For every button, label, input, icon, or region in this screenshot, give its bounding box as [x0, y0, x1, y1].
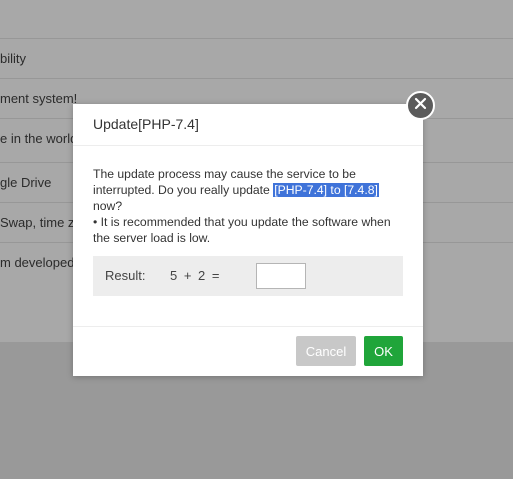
cancel-button[interactable]: Cancel [296, 336, 356, 366]
background-row: bility [0, 38, 513, 79]
result-label: Result: [105, 268, 146, 283]
captcha-box: Result: 5 + 2 = [93, 256, 403, 296]
dialog-title: Update[PHP-7.4] [93, 116, 199, 132]
result-expression: 5 + 2 = [170, 268, 220, 283]
close-button[interactable] [406, 91, 435, 120]
ok-button[interactable]: OK [364, 336, 403, 366]
recommendation-text: • It is recommended that you update the … [93, 215, 391, 245]
result-input[interactable] [256, 263, 306, 289]
dialog-message: The update process may cause the service… [93, 166, 403, 246]
update-dialog: Update[PHP-7.4] The update process may c… [73, 104, 423, 376]
dialog-footer: Cancel OK [73, 326, 423, 376]
selected-text: [PHP-7.4] to [7.4.8] [273, 183, 379, 197]
confirm-text: The update process may cause the service… [93, 167, 379, 213]
dialog-header: Update[PHP-7.4] [73, 104, 423, 146]
close-icon [414, 97, 427, 115]
